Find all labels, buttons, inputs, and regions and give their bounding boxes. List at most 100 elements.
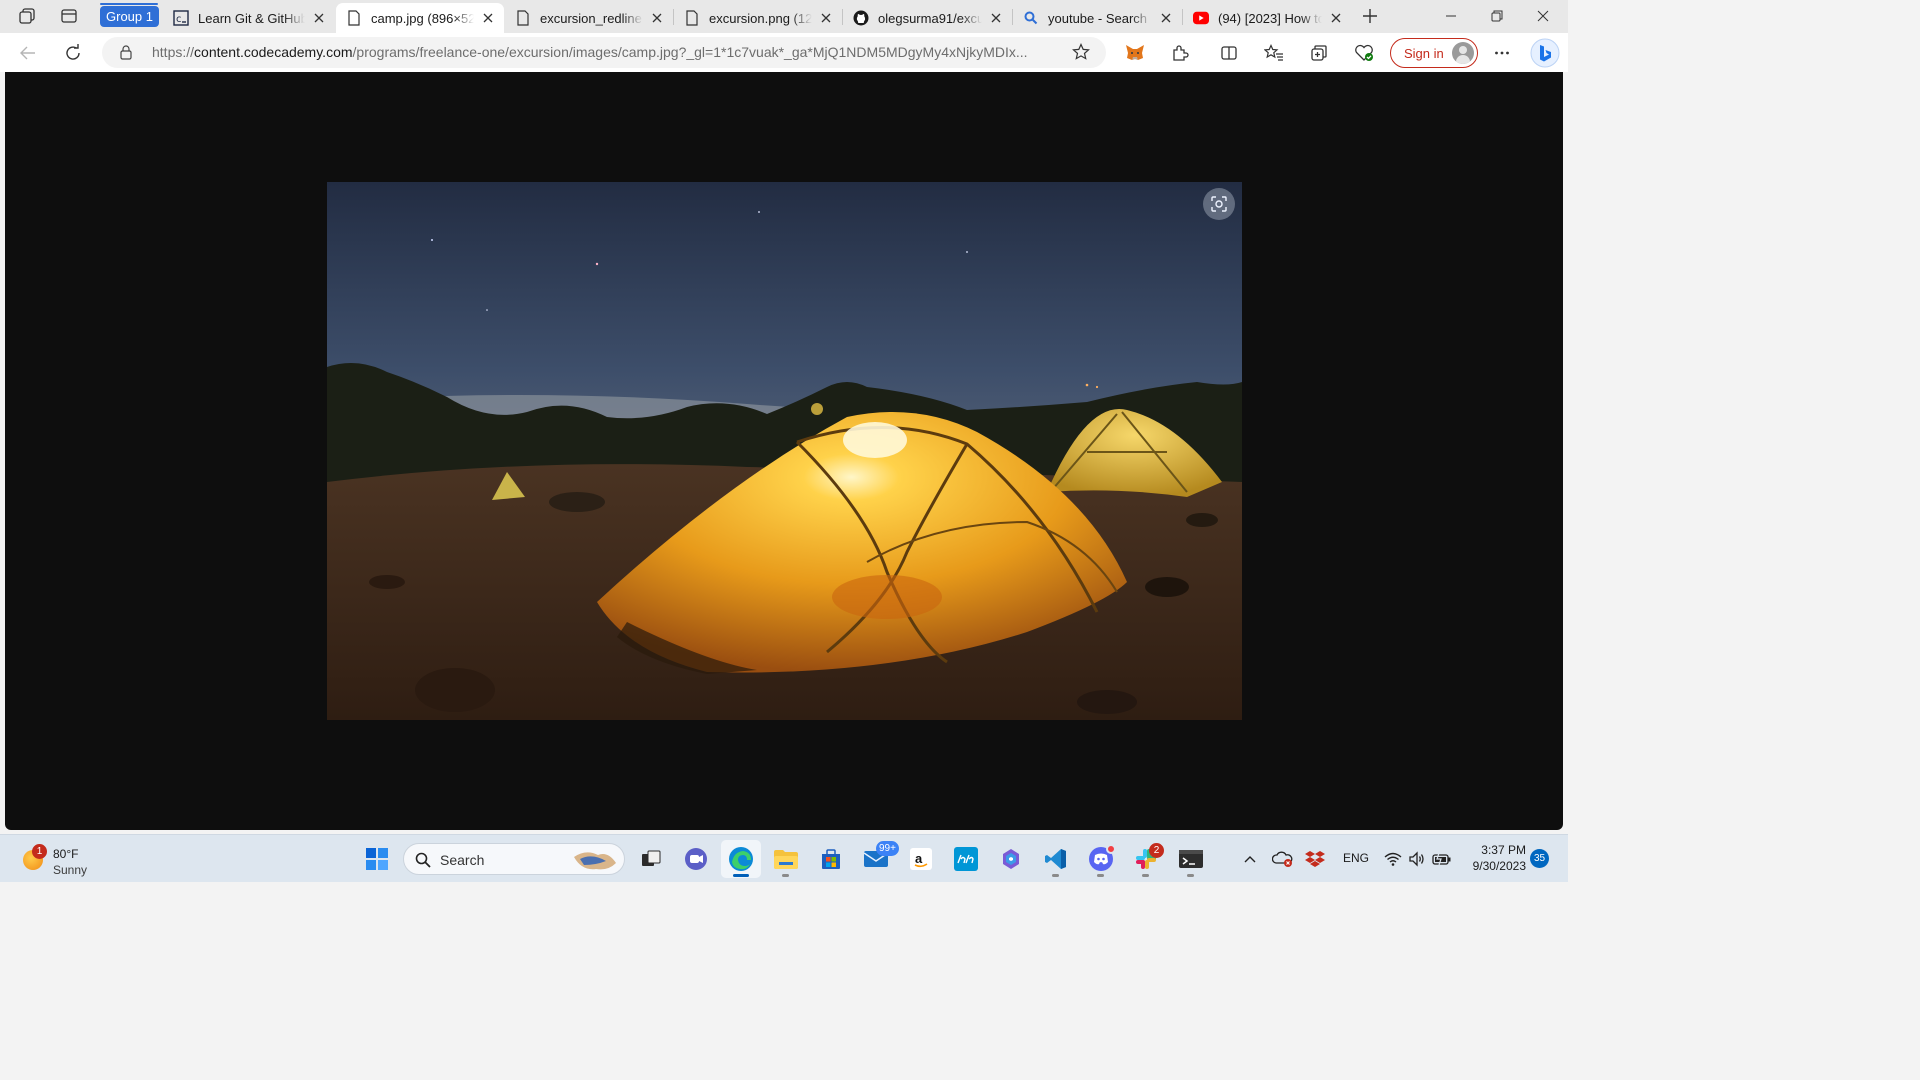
tab-learn-git[interactable]: c Learn Git & GitHub bbox=[163, 3, 335, 33]
vscode-icon[interactable] bbox=[1036, 840, 1076, 878]
mail-badge: 99+ bbox=[876, 841, 899, 856]
microsoft-store-icon[interactable] bbox=[811, 840, 851, 878]
running-indicator bbox=[1097, 874, 1104, 877]
taskbar: 1 80°F Sunny Search 99+ a 2 ENG 3:37 PM … bbox=[0, 834, 1568, 882]
slack-badge: 2 bbox=[1149, 843, 1164, 858]
system-clock[interactable]: 3:37 PM 9/30/2023 bbox=[1460, 842, 1526, 874]
task-view-icon[interactable] bbox=[631, 840, 671, 878]
tab-title: camp.jpg (896×527) bbox=[371, 10, 474, 26]
close-icon[interactable] bbox=[480, 10, 496, 26]
url-path: /programs/freelance-one/excursion/images… bbox=[352, 44, 1028, 60]
new-tab-button[interactable] bbox=[1357, 5, 1383, 27]
back-button[interactable] bbox=[12, 37, 44, 69]
url-text[interactable]: https://content.codecademy.com/programs/… bbox=[152, 44, 1057, 60]
taskbar-search[interactable]: Search bbox=[403, 843, 625, 875]
search-icon bbox=[1023, 10, 1039, 26]
discord-icon[interactable] bbox=[1081, 840, 1121, 878]
favorite-star-icon[interactable] bbox=[1072, 43, 1090, 61]
tab-camp-jpg[interactable]: camp.jpg (896×527) bbox=[336, 3, 504, 33]
tab-group-label[interactable]: Group 1 bbox=[100, 6, 159, 27]
close-icon[interactable] bbox=[649, 10, 665, 26]
file-icon bbox=[346, 10, 362, 26]
url-scheme: https:// bbox=[152, 44, 195, 60]
close-icon[interactable] bbox=[988, 10, 1004, 26]
refresh-button[interactable] bbox=[57, 37, 89, 69]
avatar bbox=[1452, 42, 1474, 64]
weather-badge: 1 bbox=[32, 844, 47, 859]
address-bar[interactable]: https://content.codecademy.com/programs/… bbox=[102, 37, 1106, 68]
amazon-icon[interactable]: a bbox=[901, 840, 941, 878]
visual-search-icon[interactable] bbox=[1203, 188, 1235, 220]
svg-text:c: c bbox=[176, 14, 182, 25]
weather-temp: 80°F bbox=[53, 847, 79, 861]
running-indicator bbox=[1187, 874, 1194, 877]
running-indicator bbox=[782, 874, 789, 877]
split-screen-icon[interactable] bbox=[1213, 37, 1245, 69]
tab-actions-icon[interactable] bbox=[56, 5, 82, 27]
show-hidden-icons-chevron-icon[interactable] bbox=[1239, 848, 1261, 870]
running-indicator bbox=[1142, 874, 1149, 877]
tab-title: youtube - Search bbox=[1048, 10, 1148, 26]
myhp-icon[interactable] bbox=[946, 840, 986, 878]
clock-time: 3:37 PM bbox=[1481, 843, 1526, 857]
more-options-icon[interactable] bbox=[1486, 37, 1518, 69]
search-label: Search bbox=[440, 852, 485, 868]
tab-excursion-redline[interactable]: excursion_redline.png bbox=[505, 3, 673, 33]
mail-icon[interactable]: 99+ bbox=[856, 840, 899, 878]
tab-title: olegsurma91/excursion bbox=[878, 10, 982, 26]
copilot-taskbar-icon[interactable] bbox=[991, 840, 1031, 878]
metamask-extension-icon[interactable] bbox=[1119, 37, 1151, 69]
svg-text:a: a bbox=[915, 851, 923, 866]
sign-in-label: Sign in bbox=[1404, 45, 1444, 61]
file-icon bbox=[684, 10, 700, 26]
slack-icon[interactable]: 2 bbox=[1126, 840, 1166, 878]
tab-title: (94) [2023] How to bbox=[1218, 10, 1322, 26]
running-indicator bbox=[733, 874, 749, 877]
teams-chat-icon[interactable] bbox=[676, 840, 716, 878]
close-icon[interactable] bbox=[818, 10, 834, 26]
sign-in-button[interactable]: Sign in bbox=[1390, 38, 1478, 68]
weather-widget[interactable]: 1 80°F Sunny bbox=[20, 841, 130, 877]
terminal-icon[interactable] bbox=[1171, 840, 1211, 878]
tab-strip: Group 1 c Learn Git & GitHub camp.jpg (8… bbox=[0, 0, 1568, 33]
file-explorer-icon[interactable] bbox=[766, 840, 806, 878]
close-icon[interactable] bbox=[311, 10, 327, 26]
close-window-button[interactable] bbox=[1520, 0, 1566, 32]
restore-button[interactable] bbox=[1474, 0, 1520, 32]
page-viewport bbox=[5, 72, 1563, 830]
tab-excursion-png[interactable]: excursion.png (1280 bbox=[674, 3, 842, 33]
wifi-icon[interactable] bbox=[1382, 848, 1404, 870]
url-host: content.codecademy.com bbox=[194, 44, 353, 60]
tab-youtube-search[interactable]: youtube - Search bbox=[1013, 3, 1182, 33]
weather-condition: Sunny bbox=[53, 863, 88, 877]
dropbox-icon[interactable] bbox=[1304, 848, 1326, 870]
copilot-icon[interactable] bbox=[1528, 36, 1562, 70]
search-highlight-icon bbox=[572, 847, 618, 876]
workspaces-icon[interactable] bbox=[14, 5, 40, 27]
browser-essentials-icon[interactable] bbox=[1348, 37, 1380, 69]
close-icon[interactable] bbox=[1328, 10, 1344, 26]
edge-taskbar-icon[interactable] bbox=[721, 840, 761, 878]
volume-icon[interactable] bbox=[1406, 848, 1428, 870]
tab-title: excursion_redline.png bbox=[540, 10, 643, 26]
extensions-icon[interactable] bbox=[1164, 37, 1196, 69]
close-icon[interactable] bbox=[1158, 10, 1174, 26]
notification-count-badge[interactable]: 35 bbox=[1530, 849, 1549, 868]
codecademy-icon: c bbox=[173, 10, 189, 26]
tab-github[interactable]: olegsurma91/excursion bbox=[843, 3, 1012, 33]
tab-group-indicator bbox=[100, 3, 158, 5]
running-indicator bbox=[1052, 874, 1059, 877]
github-icon bbox=[853, 10, 869, 26]
collections-icon[interactable] bbox=[1303, 37, 1335, 69]
start-button[interactable] bbox=[357, 840, 397, 878]
camp-photo[interactable] bbox=[327, 182, 1242, 720]
onedrive-offline-icon[interactable] bbox=[1272, 848, 1294, 870]
battery-icon[interactable] bbox=[1431, 848, 1453, 870]
minimize-button[interactable] bbox=[1428, 0, 1474, 32]
youtube-icon bbox=[1193, 10, 1209, 26]
tab-youtube-video[interactable]: (94) [2023] How to bbox=[1183, 3, 1352, 33]
tab-title: excursion.png (1280 bbox=[709, 10, 812, 26]
input-language[interactable]: ENG bbox=[1343, 851, 1369, 865]
lock-icon[interactable] bbox=[118, 44, 134, 60]
favorites-icon[interactable] bbox=[1258, 37, 1290, 69]
